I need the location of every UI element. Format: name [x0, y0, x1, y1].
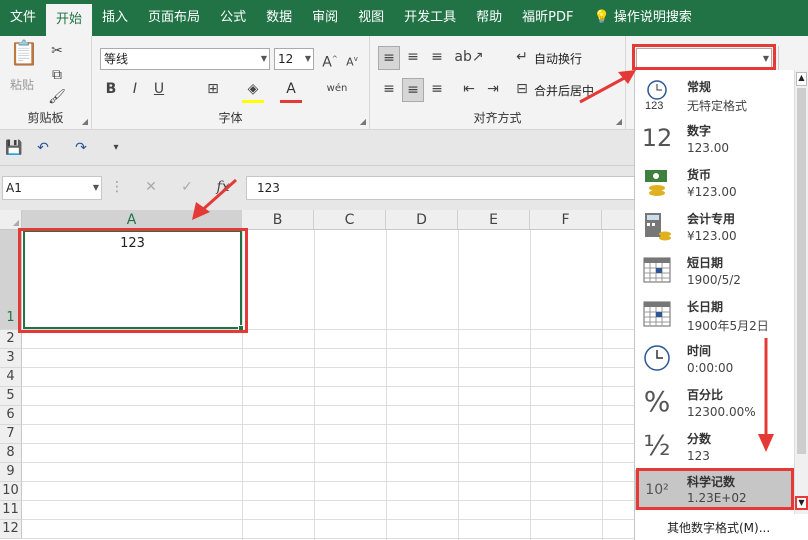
arrow-head: [758, 434, 774, 452]
arrow-head: [618, 70, 636, 84]
arrow-to-cell: [199, 178, 237, 214]
annotation-arrows: [192, 70, 774, 452]
arrow-to-format-combo: [579, 74, 629, 104]
